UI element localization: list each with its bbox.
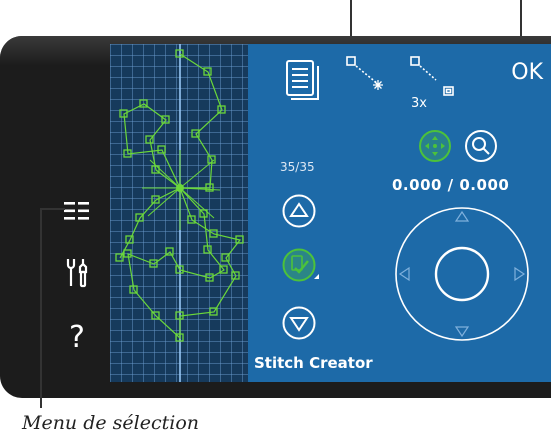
edit-stitch-icon[interactable] xyxy=(282,248,320,290)
ok-button[interactable]: OK xyxy=(511,60,543,85)
arrow-up-icon[interactable] xyxy=(282,194,316,232)
wheel-up-arrow xyxy=(454,210,470,222)
stitch-grid-canvas[interactable] xyxy=(110,44,248,382)
stitch-pattern xyxy=(115,44,244,382)
directional-wheel-icon[interactable] xyxy=(392,204,532,348)
single-stitch-icon[interactable] xyxy=(346,56,390,96)
stitch-screen: 3x OK 35/35 0.000 / 0.000 Stitch Creator xyxy=(110,44,551,382)
callout-line-menu-h xyxy=(40,208,65,210)
move-icon[interactable] xyxy=(419,130,451,166)
triple-stitch-icon[interactable] xyxy=(410,56,458,100)
arrow-down-icon[interactable] xyxy=(282,306,316,344)
document-icon[interactable] xyxy=(286,60,320,104)
stitch-counter: 35/35 xyxy=(280,160,315,174)
left-rail: ? xyxy=(0,36,110,398)
zoom-icon[interactable] xyxy=(465,130,497,166)
center-point xyxy=(176,184,184,192)
wheel-down-arrow xyxy=(454,326,470,338)
wheel-right-arrow xyxy=(514,266,526,282)
wheel-left-arrow xyxy=(398,266,410,282)
device-frame: ? 3x OK 35/35 0.000 / 0.000 Stitch Creat… xyxy=(0,36,551,398)
coordinates-readout: 0.000 / 0.000 xyxy=(392,176,510,194)
screen-title: Stitch Creator xyxy=(254,354,373,372)
callout-line-menu xyxy=(40,208,42,408)
settings-tools-icon[interactable] xyxy=(60,256,94,290)
help-icon[interactable]: ? xyxy=(60,320,94,355)
menu-caption: Menu de sélection xyxy=(22,412,200,434)
selection-menu-icon[interactable] xyxy=(60,194,94,228)
triple-stitch-label: 3x xyxy=(411,96,427,111)
